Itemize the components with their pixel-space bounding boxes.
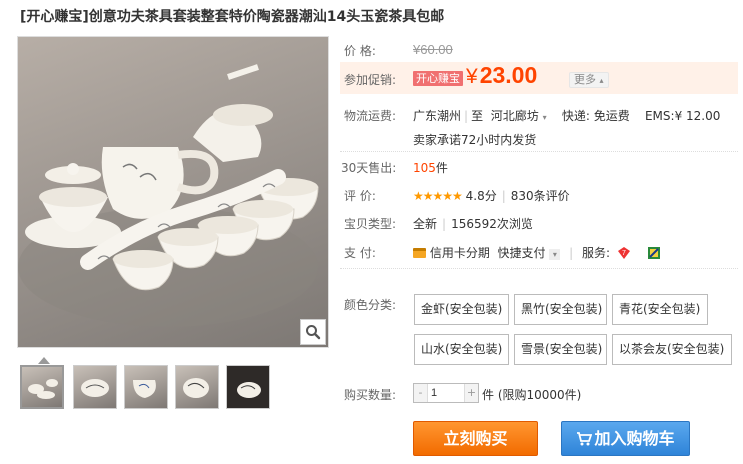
thumbnail-pointer: [38, 357, 50, 364]
guarantee-icon[interactable]: [647, 246, 661, 260]
thumb-1-image: [28, 379, 58, 399]
quantity-label: 购买数量:: [344, 388, 397, 402]
svg-text:7: 7: [622, 250, 626, 257]
ship-to-prefix: 至: [471, 109, 484, 123]
thumbnail-2[interactable]: [73, 365, 117, 409]
sales-info: 105件: [413, 159, 448, 176]
sku-label: 颜色分类:: [344, 298, 397, 312]
quantity-limit: 件 (限购10000件): [482, 388, 582, 402]
express-fee: 快递: 免运费: [561, 109, 630, 123]
credit-installment-link[interactable]: 信用卡分期: [430, 246, 490, 260]
thumbnail-4[interactable]: [175, 365, 219, 409]
quick-pay-link[interactable]: 快捷支付: [497, 246, 545, 260]
more-label: 更多: [574, 73, 596, 86]
view-count: 156592次浏览: [451, 217, 533, 231]
credit-card-icon: [413, 248, 426, 258]
item-type-label: 宝贝类型:: [344, 217, 397, 231]
price-label: 价 格:: [344, 44, 376, 58]
promo-price: ¥23.00: [466, 62, 537, 89]
add-to-cart-label: 加入购物车: [594, 429, 675, 448]
quantity-plus-button[interactable]: +: [465, 384, 478, 402]
sales-count: 105: [413, 161, 436, 175]
thumb-2-image: [81, 379, 109, 397]
sales-label: 30天售出:: [341, 161, 397, 175]
item-type-info: 全新 | 156592次浏览: [413, 217, 533, 231]
original-price: ¥60.00: [413, 42, 453, 57]
add-to-cart-button[interactable]: 加入购物车: [561, 421, 690, 456]
service-label: 服务:: [582, 246, 611, 260]
chevron-down-icon[interactable]: ▾: [549, 249, 561, 260]
item-condition: 全新: [413, 217, 438, 231]
tea-set-illustration: [18, 64, 319, 327]
thumb-3-image: [133, 380, 156, 398]
ship-to: 河北廊坊: [490, 109, 539, 123]
promo-price-value: 23.00: [479, 62, 538, 88]
sku-option-4[interactable]: 山水(安全包装): [414, 334, 509, 365]
ship-from: 广东潮州: [413, 109, 462, 123]
sales-unit: 件: [435, 161, 448, 175]
buy-now-button[interactable]: 立刻购买: [413, 421, 538, 456]
product-main-image[interactable]: [17, 36, 329, 348]
sku-option-6[interactable]: 以茶会友(安全包装): [612, 334, 732, 365]
divider: [340, 151, 738, 152]
shipping-promise: 卖家承诺72小时内发货: [413, 133, 537, 147]
thumb-5-image: [227, 366, 269, 408]
ems-fee: EMS:¥ 12.00: [644, 109, 721, 123]
rating-score: 4.8分: [465, 189, 497, 203]
thumbnail-3[interactable]: [124, 365, 168, 409]
reviews-link[interactable]: 830条评价: [511, 189, 570, 203]
divider: [340, 268, 738, 269]
original-price-value: 60.00: [420, 42, 453, 57]
sku-option-3[interactable]: 青花(安全包装): [612, 294, 708, 325]
shipping-info: 广东潮州 | 至 河北廊坊 ▾ 快递: 免运费 EMS:¥ 12.00: [413, 109, 721, 123]
cart-icon: [576, 424, 593, 457]
zoom-button[interactable]: [300, 319, 326, 345]
chevron-up-icon: ▴: [599, 76, 604, 85]
shipping-label: 物流运费:: [344, 109, 397, 123]
sku-option-2[interactable]: 黑竹(安全包装): [514, 294, 607, 325]
payment-label: 支 付:: [344, 246, 376, 260]
thumbnail-strip: [20, 357, 280, 411]
rating-label: 评 价:: [344, 189, 376, 203]
sku-option-1[interactable]: 金虾(安全包装): [414, 294, 509, 325]
rating-info: ★★★★★ 4.8分 | 830条评价: [413, 189, 570, 203]
star-rating-icon: ★★★★★: [413, 189, 463, 203]
sku-option-5[interactable]: 雪景(安全包装): [514, 334, 607, 365]
thumb-4-image: [183, 378, 209, 398]
promo-panel: [340, 62, 738, 94]
product-title: [开心赚宝]创意功夫茶具套装整套特价陶瓷器潮汕14头玉瓷茶具包邮: [20, 9, 445, 25]
quantity-stepper: - +: [413, 383, 479, 403]
payment-info: 信用卡分期 快捷支付 ▾ | 服务: 7: [413, 244, 661, 261]
promo-price-currency: ¥: [466, 65, 478, 88]
thumbnail-1[interactable]: [20, 365, 64, 409]
ship-to-selector[interactable]: 河北廊坊 ▾: [491, 109, 547, 123]
chevron-down-icon: ▾: [542, 113, 547, 122]
promo-label: 参加促销:: [344, 73, 397, 87]
seven-day-return-icon[interactable]: 7: [617, 246, 631, 260]
thumbnail-5[interactable]: [226, 365, 270, 409]
magnifier-icon: [306, 325, 321, 340]
quantity-input[interactable]: [427, 384, 465, 402]
quantity-minus-button[interactable]: -: [414, 384, 427, 402]
promo-badge: 开心赚宝: [413, 71, 463, 86]
more-promos-button[interactable]: 更多 ▴: [569, 72, 609, 88]
